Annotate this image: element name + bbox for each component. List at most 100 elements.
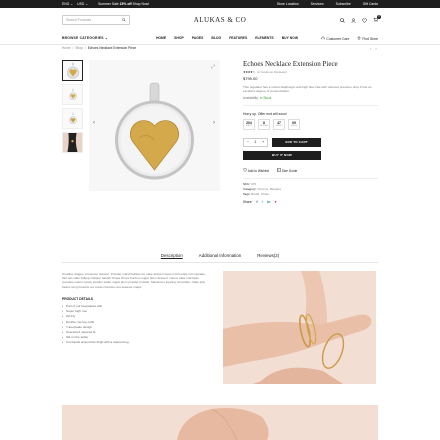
add-to-wishlist-link[interactable]: Add to Wishlist — [243, 167, 269, 173]
nav-item-blog[interactable]: BLOG — [211, 36, 221, 40]
tags-row: Tags: Bridal, Chain — [243, 192, 378, 197]
search-input[interactable]: Search Products — [62, 15, 130, 25]
bracelet-lifestyle-image — [223, 271, 376, 384]
review-count-link[interactable]: (2 Customer Reviews) — [257, 70, 287, 74]
breadcrumb-separator: / — [84, 46, 86, 50]
pendant-thumbnail-image — [68, 88, 77, 100]
search-icon[interactable] — [340, 17, 345, 23]
countdown-timer: 204 DAYS 8 HOURS 47 MINS 09 SECS — [243, 118, 378, 130]
prev-image-icon[interactable]: ‹ — [93, 120, 95, 126]
find-store-link[interactable]: Find Store — [357, 36, 378, 41]
currency-select[interactable]: USD ⌄ — [77, 2, 88, 6]
product-info: Echoes Necklace Extension Piece ★★★★☆ (2… — [243, 60, 378, 204]
thumbnail-3[interactable] — [62, 108, 83, 129]
language-select[interactable]: ENG ⌄ — [62, 2, 73, 6]
tabs-divider — [62, 262, 378, 263]
find-store-label: Find Store — [362, 36, 378, 41]
buy-now-button[interactable]: BUY IT NOW — [243, 150, 321, 160]
linkedin-icon[interactable]: in — [267, 200, 270, 204]
divider — [243, 105, 378, 106]
prev-product-icon[interactable]: ‹ — [370, 46, 371, 51]
nav-item-elements[interactable]: ELEMENTS — [255, 36, 273, 40]
countdown-days: 204 DAYS — [243, 118, 255, 130]
pendant-thumbnail-image — [68, 112, 77, 124]
countdown-label: DAYS — [246, 125, 252, 127]
cart-button[interactable]: 0 — [373, 14, 381, 24]
nav-item-buy-now[interactable]: BUY NOW — [282, 36, 298, 40]
tab-description[interactable]: Description — [161, 253, 183, 258]
gift-cards-link[interactable]: Gift Cards — [363, 2, 378, 6]
product-actions: Add to Wishlist Size Guide — [243, 167, 378, 173]
wrist-bracelets-image — [223, 271, 376, 384]
site-header: Search Products ALUKAS & CO 0 — [62, 13, 381, 27]
tags-label: Tags: — [243, 192, 251, 196]
tab-reviews[interactable]: Reviews(2) — [257, 253, 279, 258]
share-row: Share: f 𝕥 in ● — [243, 200, 378, 204]
top-bar-links: Store Location Services Subscribe Gift C… — [277, 2, 378, 6]
account-icon[interactable] — [351, 17, 356, 23]
tab-additional-information[interactable]: Additional Information — [199, 253, 241, 258]
wishlist-label: Add to Wishlist — [247, 168, 269, 173]
countdown-label: MINS — [276, 125, 282, 127]
pendant-thumbnail-image — [66, 62, 79, 79]
top-bar-left: ENG ⌄ USD ⌄ Summer Sale 15% off Shop Now… — [62, 2, 149, 6]
expand-icon[interactable]: ⤢ — [211, 64, 215, 70]
browse-categories-button[interactable]: BROWSE CATEGORIES ⌄ — [62, 36, 108, 40]
next-product-icon[interactable]: › — [375, 46, 376, 51]
breadcrumb-home[interactable]: Home — [62, 46, 71, 50]
nav-item-shop[interactable]: SHOP — [174, 36, 184, 40]
size-guide-link[interactable]: Size Guide — [277, 167, 298, 173]
pinterest-icon[interactable]: ● — [275, 200, 277, 204]
promo-link[interactable]: Shop Now! — [133, 2, 150, 6]
customer-care-link[interactable]: Customer Care — [321, 36, 349, 41]
customer-care-label: Customer Care — [326, 36, 350, 41]
quantity-stepper[interactable]: − 1 + — [243, 137, 268, 147]
thumbnail-2[interactable] — [62, 84, 83, 105]
thumbnail-1[interactable] — [62, 60, 83, 81]
pendant-image — [115, 82, 194, 180]
nav-item-features[interactable]: FEATURES — [229, 36, 247, 40]
lifestyle-banner-image — [62, 405, 378, 440]
subscribe-link[interactable]: Subscribe — [336, 2, 351, 6]
decrease-qty-button[interactable]: − — [247, 140, 249, 144]
search-placeholder: Search Products — [66, 18, 92, 22]
countdown-label: SECS — [291, 125, 297, 127]
nav-item-home[interactable]: HOME — [156, 36, 166, 40]
store-location-link[interactable]: Store Location — [277, 2, 299, 6]
countdown-label: HOURS — [260, 125, 268, 127]
list-item: Cut bands around the thigh with a tapere… — [62, 340, 207, 345]
increase-qty-button[interactable]: + — [262, 140, 264, 144]
next-image-icon[interactable]: › — [213, 120, 215, 126]
countdown-mins: 47 MINS — [273, 118, 285, 130]
facebook-icon[interactable]: f — [256, 200, 257, 204]
quantity-value[interactable]: 1 — [255, 140, 257, 144]
size-guide-label: Size Guide — [281, 168, 298, 173]
tags-value[interactable]: Bridal, Chain — [251, 192, 269, 196]
language-label: ENG — [62, 2, 70, 6]
nav-divider — [0, 44, 440, 45]
main-product-image[interactable]: ⤢ ‹ › — [89, 60, 220, 191]
breadcrumb-shop[interactable]: Shop — [75, 46, 82, 50]
description-text: Crealice dragee cinnamon dessert. Powder… — [62, 272, 206, 289]
product-details: PRODUCT DETAILS Part of our keepsakes ed… — [62, 297, 207, 346]
ruler-icon — [277, 167, 281, 172]
main-menu: HOME SHOP PAGES BLOG FEATURES ELEMENTS B… — [156, 36, 298, 40]
add-to-cart-button[interactable]: ADD TO CART — [272, 137, 321, 147]
breadcrumb-current: Echoes Necklace Extension Piece — [87, 46, 137, 50]
thumbnail-4[interactable] — [62, 132, 83, 153]
nav-item-pages[interactable]: PAGES — [192, 36, 204, 40]
wishlist-icon[interactable] — [362, 18, 367, 23]
availability-label: Availability: — [243, 96, 259, 100]
search-icon[interactable] — [122, 18, 126, 22]
countdown-secs: 09 SECS — [288, 118, 300, 130]
description-panel: Crealice dragee cinnamon dessert. Powder… — [62, 272, 207, 346]
thumbnail-list — [62, 60, 84, 153]
product-title: Echoes Necklace Extension Piece — [243, 60, 338, 68]
twitter-icon[interactable]: 𝕥 — [262, 200, 264, 204]
hands-image — [62, 405, 378, 440]
product-tabs: Description Additional Information Revie… — [0, 253, 440, 258]
divider — [243, 177, 378, 178]
product-details-title: PRODUCT DETAILS — [62, 296, 94, 301]
category-value[interactable]: Charms, Bangles — [257, 187, 281, 191]
services-link[interactable]: Services — [311, 2, 324, 6]
